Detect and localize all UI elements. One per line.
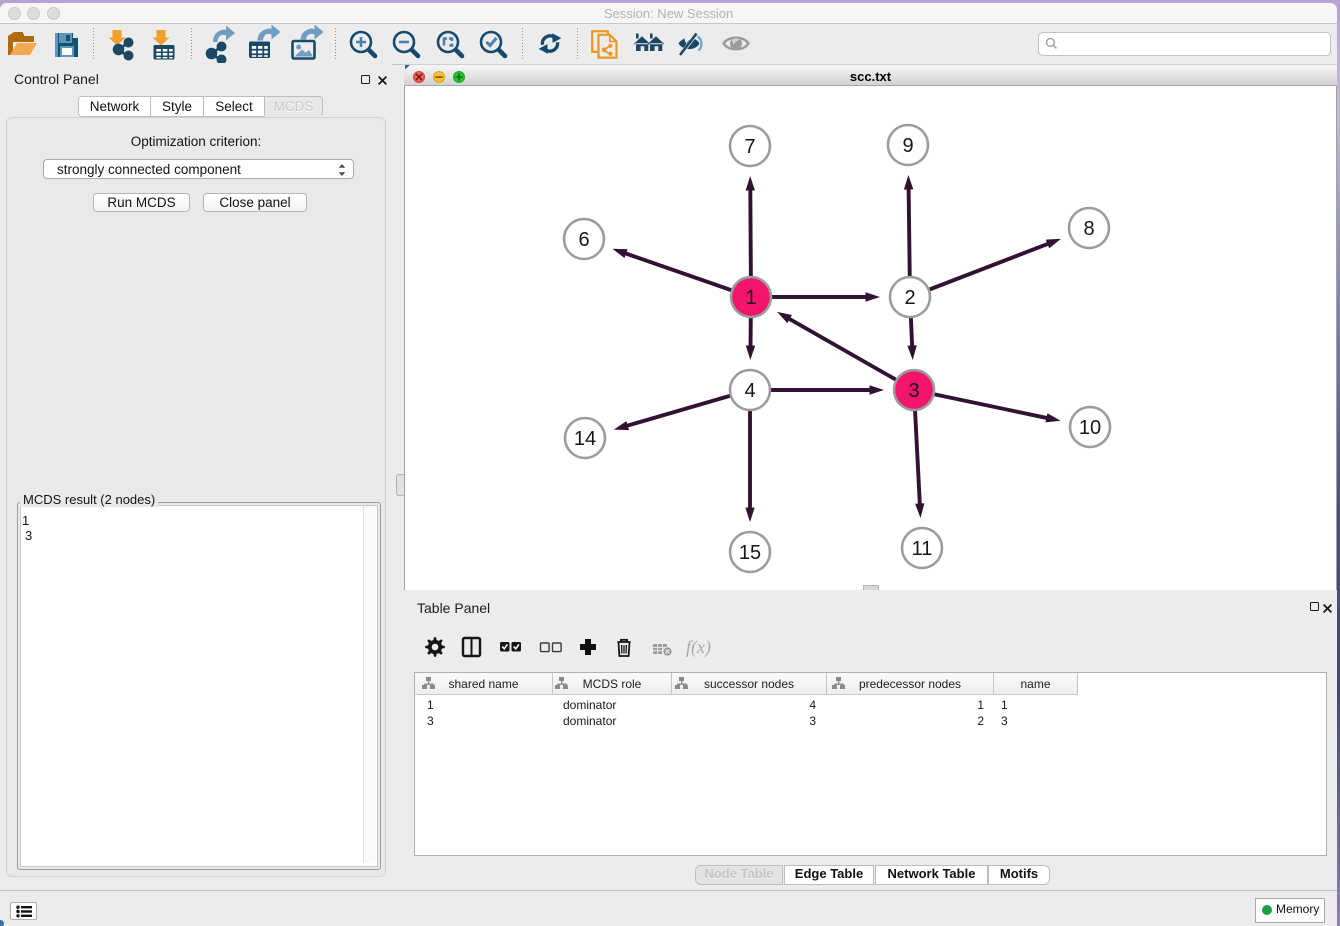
svg-text:4: 4 bbox=[744, 380, 755, 402]
svg-text:7: 7 bbox=[744, 136, 755, 158]
svg-text:6: 6 bbox=[578, 229, 589, 251]
svg-text:9: 9 bbox=[902, 135, 913, 157]
svg-text:11: 11 bbox=[912, 538, 933, 560]
svg-text:8: 8 bbox=[1083, 218, 1094, 240]
svg-text:15: 15 bbox=[739, 542, 761, 564]
svg-text:3: 3 bbox=[908, 380, 919, 402]
svg-text:1: 1 bbox=[745, 287, 756, 309]
svg-text:14: 14 bbox=[574, 428, 596, 450]
svg-text:f(x): f(x) bbox=[686, 637, 711, 658]
svg-text:10: 10 bbox=[1079, 417, 1101, 439]
svg-text:2: 2 bbox=[904, 287, 915, 309]
